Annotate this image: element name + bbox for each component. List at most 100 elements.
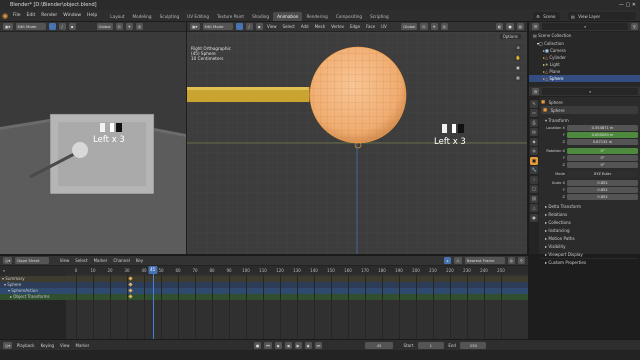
main-pivot-icon[interactable]: ⊙ — [420, 23, 428, 30]
snapping-select[interactable]: Nearest Frame — [464, 257, 505, 264]
timeline-editor-icon[interactable]: ◷▾ — [3, 341, 13, 349]
object-tab-icon[interactable]: ■ — [530, 156, 538, 165]
menu-render[interactable]: Render — [38, 10, 60, 22]
menu-vertex[interactable]: Vertex — [330, 24, 346, 29]
constraints-tab-icon[interactable]: ⛓ — [530, 194, 538, 203]
jump-start-icon[interactable]: ⏮ — [264, 341, 272, 349]
main-snap-icon[interactable]: ⌖ — [430, 23, 438, 30]
material-tab-icon[interactable]: ● — [530, 213, 538, 222]
record-icon[interactable]: ● — [253, 341, 262, 349]
tab-uv-editing[interactable]: UV Editing — [183, 12, 213, 21]
outliner-item-camera[interactable]: ▸■ Camera — [529, 47, 640, 54]
location-y-field[interactable]: 0.000000 m — [567, 131, 638, 138]
outliner-item-sphere[interactable]: ▸△ Sphere — [529, 75, 640, 82]
tab-scripting[interactable]: Scripting — [366, 12, 393, 21]
scale-x-field[interactable]: 0.852 — [567, 179, 638, 186]
shading-material-icon[interactable]: ◍ — [516, 23, 524, 30]
scene-tab-icon[interactable]: ◆ — [530, 137, 538, 146]
location-x-field[interactable]: 0.554871 m — [567, 124, 638, 131]
dopesheet-editor-icon[interactable]: ◷▾ — [3, 257, 13, 264]
pb-menu-view[interactable]: View — [59, 343, 72, 348]
select-edge-icon[interactable]: / — [58, 23, 66, 30]
transform-section-header[interactable]: ▾ Transform — [541, 116, 638, 124]
ds-menu-channel[interactable]: Channel — [112, 258, 131, 263]
current-frame-field[interactable]: 45 — [365, 341, 394, 349]
menu-select[interactable]: Select — [281, 24, 296, 29]
window-controls[interactable]: — ▢ ✕ — [619, 0, 636, 10]
relations-section[interactable]: ▸ Relations — [541, 210, 638, 218]
menu-face[interactable]: Face — [365, 24, 377, 29]
rotation-z-field[interactable]: 0° — [567, 161, 638, 168]
properties-editor-icon[interactable]: ⚙ — [532, 88, 540, 95]
select-vertex-icon[interactable]: · — [48, 23, 56, 30]
tab-layout[interactable]: Layout — [106, 12, 128, 21]
filters-icon[interactable]: ⚲ — [518, 257, 525, 264]
shading-solid-icon[interactable]: ● — [506, 23, 514, 30]
ds-menu-marker[interactable]: Marker — [92, 258, 109, 263]
data-tab-icon[interactable]: △ — [530, 204, 538, 212]
end-frame-field[interactable]: 250 — [460, 341, 487, 349]
viewport-display-section[interactable]: ▸ Viewport Display — [541, 250, 638, 258]
pb-menu-marker[interactable]: Marker — [74, 343, 91, 348]
keyframe-marker[interactable] — [128, 276, 133, 281]
next-key-icon[interactable]: ◆ — [304, 341, 312, 349]
output-tab-icon[interactable]: ⎙ — [530, 118, 538, 127]
channel-object-transforms[interactable]: ▸ Object Transforms — [0, 294, 66, 300]
rotation-y-field[interactable]: 0° — [567, 154, 638, 161]
select-face-icon[interactable]: ▪ — [68, 23, 76, 30]
outliner-scene-collection[interactable]: ▤ Scene Collection — [529, 32, 640, 40]
location-z-field[interactable]: 0.87132 m — [567, 138, 638, 145]
menu-uv[interactable]: UV — [380, 24, 389, 29]
outliner-item-collection[interactable]: ▾▢ Collection — [529, 40, 640, 47]
proportional-icon[interactable]: ◎ — [135, 23, 144, 30]
particles-tab-icon[interactable]: ⁘ — [530, 175, 538, 184]
properties-search-icon[interactable]: ⌕ — [542, 88, 638, 95]
menu-view[interactable]: View — [266, 24, 279, 29]
start-frame-field[interactable]: 1 — [417, 341, 444, 349]
only-selected-icon[interactable]: ▸ — [444, 257, 452, 264]
object-name-field[interactable]: ■ Sphere — [541, 106, 638, 114]
menu-help[interactable]: Help — [84, 10, 100, 22]
snap-icon[interactable]: ⌖ — [125, 23, 133, 30]
main-select-face-icon[interactable]: ▪ — [255, 23, 263, 30]
tab-animation[interactable]: Animation — [273, 11, 303, 21]
collections-section[interactable]: ▸ Collections — [541, 218, 638, 226]
tab-modeling[interactable]: Modeling — [129, 12, 156, 21]
camera-view-icon[interactable]: ▣ — [514, 64, 522, 72]
scale-y-field[interactable]: 0.852 — [567, 186, 638, 193]
proportional-edit-icon[interactable]: ◎ — [507, 257, 515, 264]
main-orientation-select[interactable]: Global — [401, 23, 418, 30]
ds-menu-select[interactable]: Select — [74, 258, 89, 263]
scene-selector[interactable]: ⚙ Scene — [533, 12, 560, 20]
main-viewport[interactable]: ▣▾ Edit Mode · / ▪ View Select Add Mesh … — [187, 22, 527, 254]
render-tab-icon[interactable]: ▭ — [530, 109, 538, 117]
modifier-tab-icon[interactable]: 🔧 — [530, 166, 538, 174]
ds-menu-key[interactable]: Key — [134, 258, 144, 263]
main-select-edge-icon[interactable]: / — [245, 23, 253, 30]
left-mode-select[interactable]: Edit Mode — [15, 23, 46, 30]
tab-compositing[interactable]: Compositing — [332, 12, 366, 21]
outliner-item-plane[interactable]: ▸△ Plane — [529, 68, 640, 75]
menu-mesh[interactable]: Mesh — [313, 24, 327, 29]
pb-menu-playback[interactable]: Playback — [15, 343, 36, 348]
world-tab-icon[interactable]: ◍ — [530, 147, 538, 155]
editor-type-button[interactable]: ▣▾ — [3, 23, 13, 30]
main-select-vertex-icon[interactable]: · — [235, 23, 243, 30]
ds-menu-view[interactable]: View — [58, 258, 71, 263]
tab-sculpting[interactable]: Sculpting — [156, 12, 184, 21]
dope-sheet-editor[interactable]: ◷▾ Dope Sheet View Select Marker Channel… — [0, 255, 528, 340]
overlay-icon[interactable]: ◐ — [496, 23, 504, 30]
view-layer-tab-icon[interactable]: ▤ — [530, 128, 538, 136]
keyframe-marker[interactable] — [128, 288, 133, 293]
main-editor-type-button[interactable]: ▣▾ — [190, 23, 200, 30]
rotation-x-field[interactable]: 0° — [567, 147, 638, 154]
show-errors-icon[interactable]: ⚠ — [454, 257, 462, 264]
channel-search-icon[interactable]: ⌕ — [0, 268, 5, 273]
instancing-section[interactable]: ▸ Instancing — [541, 226, 638, 234]
menu-file[interactable]: File — [10, 10, 24, 22]
keyframe-marker[interactable] — [128, 294, 133, 299]
physics-tab-icon[interactable]: ◯ — [530, 185, 538, 193]
left-viewport[interactable]: ▣▾ Edit Mode · / ▪ Global ⊙ ⌖ ◎ Left x 3 — [0, 22, 186, 254]
view-layer-selector[interactable]: ▤ View Layer — [568, 12, 636, 20]
menu-edge[interactable]: Edge — [348, 24, 361, 29]
